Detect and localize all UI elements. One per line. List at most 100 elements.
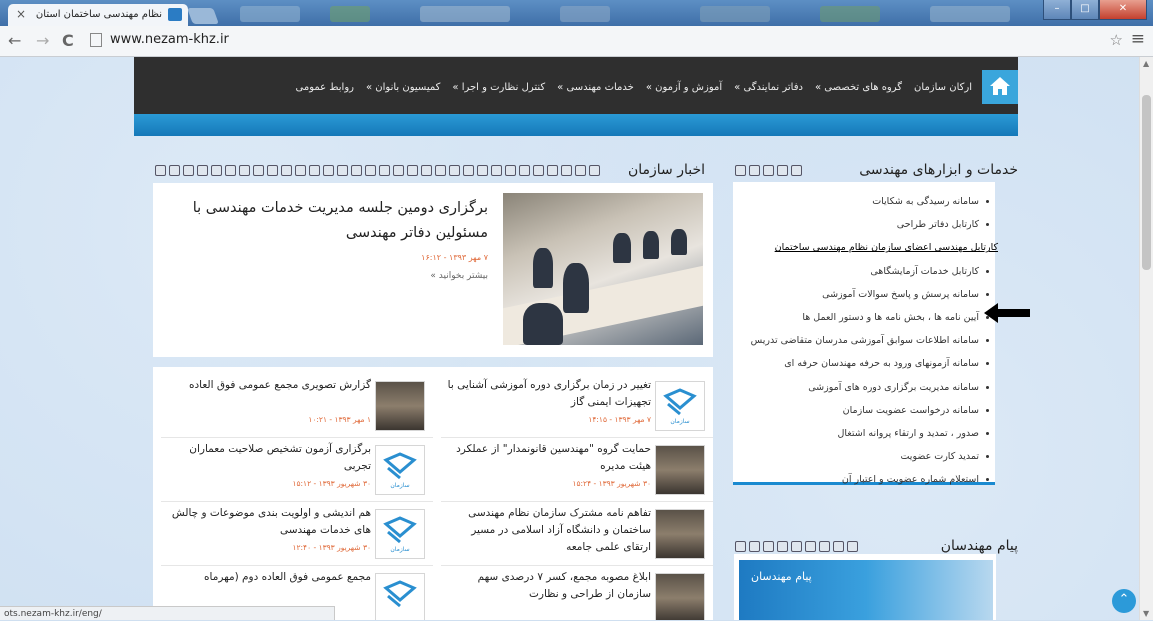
reload-icon[interactable]: C — [62, 31, 74, 50]
status-bar: ots.nezam-khz.ir/eng/ — [0, 606, 335, 620]
window-close-icon[interactable]: ✕ — [1099, 0, 1147, 20]
taskbar-blur — [820, 6, 880, 22]
nav-item-women[interactable]: کمیسیون بانوان » — [366, 82, 440, 93]
taskbar-blur — [330, 6, 370, 22]
news-thumb-logo — [375, 573, 425, 620]
news-item-title: هم اندیشی و اولویت بندی موضوعات و چالش ه… — [171, 507, 371, 536]
news-thumb-photo — [655, 445, 705, 495]
home-icon — [990, 77, 1010, 95]
scrollbar-thumb[interactable] — [1142, 95, 1151, 270]
services-title: خدمات و ابزارهای مهندسی — [859, 162, 1018, 178]
message-banner[interactable]: پیام مهندسان — [739, 560, 993, 620]
scroll-up-icon[interactable]: ▲ — [1143, 59, 1149, 68]
organization-logo-icon: سازمان — [383, 452, 417, 489]
featured-news-date: ۷ مهر ۱۳۹۳ - ۱۶:۱۲ — [421, 253, 488, 262]
nav-item-services[interactable]: خدمات مهندسی » — [557, 82, 634, 93]
svg-text:سازمان: سازمان — [390, 546, 409, 553]
service-link[interactable]: آیین نامه ها ، بخش نامه ها و دستور العمل… — [751, 306, 989, 329]
news-item[interactable]: گزارش تصویری مجمع عمومی فوق العاده ۱ مهر… — [161, 373, 433, 438]
service-link[interactable]: سامانه پرسش و پاسخ سوالات آموزشی — [751, 283, 989, 306]
nav-item-control[interactable]: کنترل نظارت و اجرا » — [452, 82, 545, 93]
taskbar-blur — [700, 6, 770, 22]
main-navbar: ارکان سازمان گروه های تخصصی » دفاتر نمای… — [134, 57, 1018, 114]
news-item-title: تغییر در زمان برگزاری دوره آموزشی آشنایی… — [447, 379, 651, 408]
news-item-date: ۳۰ شهریور ۱۳۹۳ - ۱۲:۴۰ — [292, 543, 371, 552]
news-item-title: حمایت گروه "مهندسین قانونمدار" از عملکرد… — [456, 443, 651, 472]
back-icon[interactable]: ← — [8, 31, 21, 50]
message-panel: پیام مهندسان — [734, 554, 996, 620]
news-title: اخبار سازمان — [627, 162, 705, 178]
organization-logo-icon — [383, 580, 417, 608]
service-link[interactable]: صدور ، تمدید و ارتقاء پروانه اشتغال — [751, 422, 989, 445]
news-item[interactable]: حمایت گروه "مهندسین قانونمدار" از عملکرد… — [441, 437, 713, 502]
news-item[interactable]: سازمان برگزاری آزمون تشخیص صلاحیت معمارا… — [161, 437, 433, 502]
news-thumb-photo — [655, 509, 705, 559]
service-link[interactable]: کارتابل دفاتر طراحی — [751, 213, 989, 236]
nav-item-pr[interactable]: روابط عمومی — [296, 82, 355, 93]
read-more-link[interactable]: بیشتر بخوانید » — [430, 271, 488, 281]
news-item[interactable]: تفاهم نامه مشترک سازمان نظام مهندسی ساخت… — [441, 501, 713, 566]
news-item-title: برگزاری آزمون تشخیص صلاحیت معماران تجربی — [189, 443, 371, 472]
news-item-date: ۱ مهر ۱۳۹۳ - ۱۰:۲۱ — [308, 415, 371, 424]
nav-item-education[interactable]: آموزش و آزمون » — [646, 82, 722, 93]
svg-text:سازمان: سازمان — [390, 482, 409, 489]
service-link[interactable]: سامانه مدیریت برگزاری دوره های آموزشی — [751, 376, 989, 399]
scroll-to-top-button[interactable]: ⌃ — [1112, 589, 1136, 613]
new-tab-button[interactable] — [187, 8, 219, 24]
main-content: خدمات و ابزارهای مهندسی سامانه رسیدگی به… — [134, 136, 1030, 620]
news-item-title: ابلاغ مصوبه مجمع، کسر ۷ درصدی سهم سازمان… — [477, 571, 651, 600]
news-thumb-logo: سازمان — [655, 381, 705, 431]
pointer-arrow-icon — [984, 303, 1030, 323]
news-item-date: ۷ مهر ۱۳۹۳ - ۱۴:۱۵ — [588, 415, 651, 424]
maximize-icon[interactable]: □ — [1071, 0, 1099, 20]
bookmark-star-icon[interactable]: ☆ — [1110, 31, 1123, 49]
page-viewport: ارکان سازمان گروه های تخصصی » دفاتر نمای… — [0, 57, 1140, 620]
service-link[interactable]: تمدید کارت عضویت — [751, 445, 989, 468]
news-thumb-logo: سازمان — [375, 509, 425, 559]
nav-item-arkan[interactable]: ارکان سازمان — [914, 82, 972, 93]
service-link[interactable]: سامانه اطلاعات سوابق آموزشی مدرسان متقاض… — [751, 329, 989, 352]
address-bar[interactable]: www.nezam-khz.ir — [90, 30, 1100, 50]
forward-icon[interactable]: → — [36, 31, 49, 50]
service-link[interactable]: کارتابل خدمات آزمایشگاهی — [751, 260, 989, 283]
service-link[interactable]: استعلام شماره عضویت و اعتبار آن — [751, 468, 989, 491]
browser-toolbar: ← → C www.nezam-khz.ir ☆ ≡ — [0, 26, 1153, 57]
minimize-icon[interactable]: – — [1043, 0, 1071, 20]
news-thumb-photo — [655, 573, 705, 620]
title-decoration — [735, 165, 802, 176]
browser-menu-icon[interactable]: ≡ — [1131, 29, 1145, 49]
service-link[interactable]: سامانه رسیدگی به شکایات — [751, 190, 989, 213]
scroll-down-icon[interactable]: ▼ — [1143, 609, 1149, 618]
news-thumb-logo: سازمان — [375, 445, 425, 495]
site-container: ارکان سازمان گروه های تخصصی » دفاتر نمای… — [134, 57, 1030, 620]
featured-news-photo[interactable] — [503, 193, 703, 345]
browser-tab[interactable]: نظام مهندسی ساختمان استان × — [8, 4, 188, 26]
featured-news-title[interactable]: برگزاری دومین جلسه مدیریت خدمات مهندسی ب… — [158, 196, 488, 246]
nav-item-offices[interactable]: دفاتر نمایندگی » — [734, 82, 803, 93]
service-link-engineering-cartable[interactable]: کارتابل مهندسی اعضای سازمان نظام مهندسی … — [751, 236, 998, 259]
news-item[interactable]: سازمان تغییر در زمان برگزاری دوره آموزشی… — [441, 373, 713, 438]
message-title: پیام مهندسان — [940, 538, 1018, 554]
news-item-date: ۳۰ شهریور ۱۳۹۳ - ۱۵:۲۴ — [572, 479, 651, 488]
site-favicon-icon — [168, 8, 182, 21]
organization-logo-icon: سازمان — [383, 516, 417, 553]
nav-item-groups[interactable]: گروه های تخصصی » — [815, 82, 902, 93]
vertical-scrollbar[interactable]: ▲ ▼ — [1139, 57, 1153, 620]
taskbar-blur — [420, 6, 510, 22]
home-button[interactable] — [982, 70, 1018, 104]
window-controls: – □ ✕ — [1043, 0, 1147, 20]
news-item-date: ۳۰ شهریور ۱۳۹۳ - ۱۵:۱۲ — [292, 479, 371, 488]
tab-close-icon[interactable]: × — [16, 7, 26, 21]
news-item[interactable]: ابلاغ مصوبه مجمع، کسر ۷ درصدی سهم سازمان… — [441, 565, 713, 620]
news-item[interactable]: سازمان هم اندیشی و اولویت بندی موضوعات و… — [161, 501, 433, 566]
news-item-title: گزارش تصویری مجمع عمومی فوق العاده — [188, 379, 371, 391]
title-decoration — [155, 165, 600, 176]
page-icon — [90, 32, 102, 47]
organization-logo-icon: سازمان — [663, 388, 697, 425]
window-titlebar: نظام مهندسی ساختمان استان × – □ ✕ — [0, 0, 1153, 26]
service-link[interactable]: سامانه آزمونهای ورود به حرفه مهندسان حرف… — [751, 352, 989, 375]
service-link[interactable]: سامانه درخواست عضویت سازمان — [751, 399, 989, 422]
taskbar-blur — [240, 6, 300, 22]
header-strip — [134, 114, 1018, 136]
services-panel: سامانه رسیدگی به شکایات کارتابل دفاتر طر… — [733, 182, 998, 485]
